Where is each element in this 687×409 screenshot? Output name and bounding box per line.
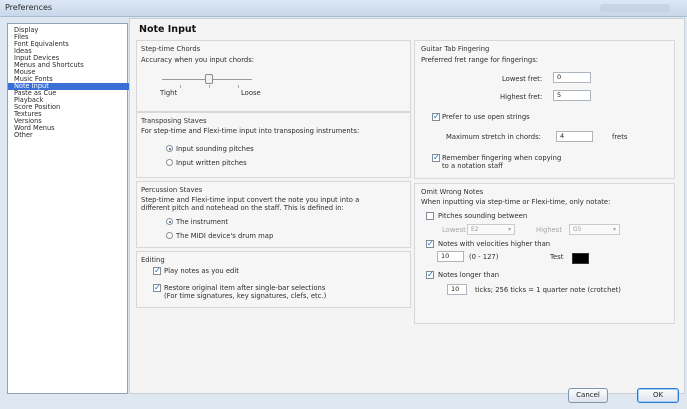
midi-drum-map-label: The MIDI device's drum map <box>176 232 274 240</box>
percussion-description-line1: Step-time and Flexi-time input convert t… <box>141 196 360 204</box>
notes-longer-than-checkbox[interactable] <box>426 270 434 279</box>
lowest-fret-label: Lowest fret: <box>502 75 543 83</box>
radio-midi-drum-map[interactable] <box>166 232 173 239</box>
remember-fingering-line2: to a notation staff <box>442 162 503 170</box>
omit-wrong-notes-title: Omit Wrong Notes <box>421 188 484 196</box>
restore-original-line2: (For time signatures, key signatures, cl… <box>164 292 327 300</box>
omit-wrong-notes-description: When inputting via step-time or Flexi-ti… <box>421 198 611 206</box>
chord-accuracy-slider-thumb[interactable] <box>205 74 213 84</box>
loose-label: Loose <box>241 89 261 97</box>
input-sounding-pitches-label: Input sounding pitches <box>176 145 254 153</box>
input-written-pitches-label: Input written pitches <box>176 159 247 167</box>
pitches-between-checkbox[interactable] <box>426 212 434 220</box>
velocities-label: Notes with velocities higher than <box>438 240 551 248</box>
tight-label: Tight <box>160 89 178 97</box>
preferred-fret-range-label: Preferred fret range for fingerings: <box>421 56 539 64</box>
window-controls-blurred <box>600 4 670 12</box>
frets-label: frets <box>612 133 628 141</box>
velocity-range-label: (0 - 127) <box>469 253 499 261</box>
window-title: Preferences <box>5 3 53 12</box>
ok-button[interactable]: OK <box>637 388 679 403</box>
chord-accuracy-label: Accuracy when you input chords: <box>141 56 255 64</box>
highest-fret-input[interactable]: 5 <box>553 90 591 101</box>
radio-input-sounding-pitches[interactable] <box>166 145 173 152</box>
the-instrument-label: The instrument <box>176 218 229 226</box>
play-notes-checkbox[interactable] <box>153 266 161 275</box>
cancel-button[interactable]: Cancel <box>568 388 608 403</box>
lowest-pitch-select[interactable]: E2 <box>467 224 515 235</box>
max-stretch-label: Maximum stretch in chords: <box>446 133 541 141</box>
highest-fret-label: Highest fret: <box>500 93 543 101</box>
transposing-staves-title: Transposing Staves <box>141 117 207 125</box>
guitar-tab-title: Guitar Tab Fingering <box>421 45 490 53</box>
notes-longer-than-label: Notes longer than <box>438 271 500 279</box>
ticks-description: ticks; 256 ticks = 1 quarter note (crotc… <box>475 286 621 294</box>
restore-original-line1: Restore original item after single-bar s… <box>164 284 326 292</box>
play-notes-label: Play notes as you edit <box>164 267 239 275</box>
ticks-input[interactable]: 10 <box>447 284 467 295</box>
max-stretch-input[interactable]: 4 <box>556 131 593 142</box>
slider-tick <box>238 85 239 88</box>
highest-pitch-select[interactable]: G5 <box>569 224 620 235</box>
prefer-open-strings-checkbox[interactable] <box>432 112 440 121</box>
velocity-input[interactable]: 10 <box>437 251 464 262</box>
preferences-category-list[interactable]: Display Files Font Equivalents Ideas Inp… <box>7 23 131 394</box>
highest-pitch-label: Highest <box>536 226 563 234</box>
page-title: Note Input <box>139 24 197 35</box>
restore-original-checkbox[interactable] <box>153 283 161 292</box>
transposing-description: For step-time and Flexi-time input into … <box>141 127 360 135</box>
slider-tick <box>180 85 181 88</box>
remember-fingering-line1: Remember fingering when copying <box>442 154 562 162</box>
lowest-fret-input[interactable]: 0 <box>553 72 591 83</box>
percussion-description-line2: different pitch and notehead on the staf… <box>141 204 344 212</box>
radio-instrument[interactable] <box>166 218 173 225</box>
radio-input-written-pitches[interactable] <box>166 159 173 166</box>
test-color-swatch[interactable] <box>572 253 589 264</box>
step-time-chords-title: Step-time Chords <box>141 45 201 53</box>
remember-fingering-checkbox[interactable] <box>432 153 440 162</box>
window-title-bar: Preferences <box>0 0 687 17</box>
sidebar-item-other[interactable]: Other <box>8 132 131 139</box>
prefer-open-strings-label: Prefer to use open strings <box>442 113 530 121</box>
editing-title: Editing <box>141 256 165 264</box>
test-label: Test <box>550 253 564 261</box>
pitches-between-label: Pitches sounding between <box>438 212 528 220</box>
velocities-checkbox[interactable] <box>426 239 434 248</box>
slider-tick <box>209 85 210 88</box>
percussion-staves-title: Percussion Staves <box>141 186 203 194</box>
lowest-pitch-label: Lowest <box>442 226 466 234</box>
